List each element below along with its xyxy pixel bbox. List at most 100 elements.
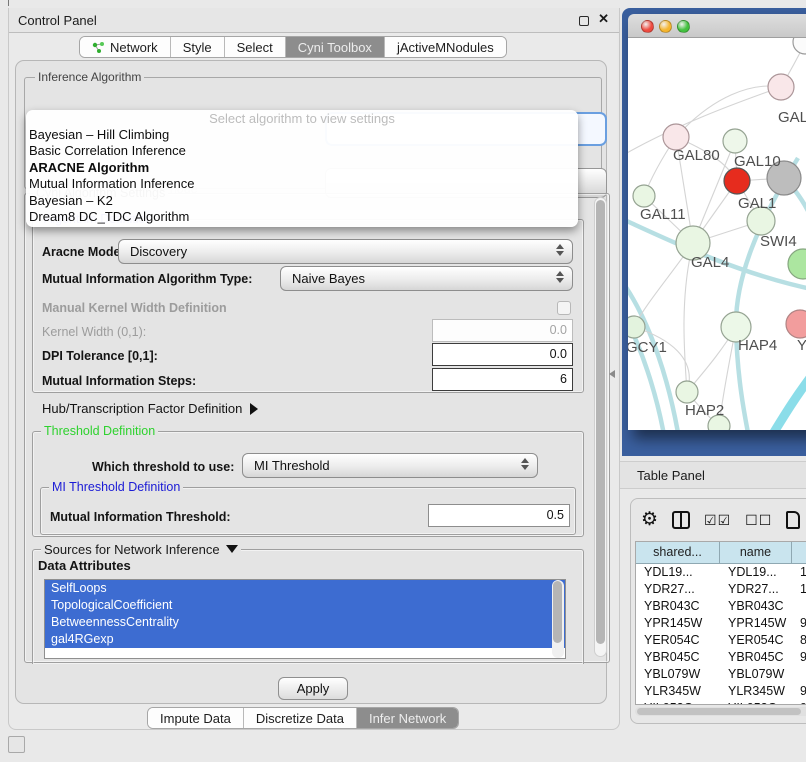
node-label: HAP2: [685, 402, 724, 419]
tab-label: Discretize Data: [256, 711, 344, 726]
tab-label: Select: [237, 40, 273, 55]
settings-scrollbar[interactable]: [594, 197, 607, 657]
network-node-gal11[interactable]: [633, 185, 655, 207]
mi-threshold-label: Mutual Information Threshold:: [50, 510, 231, 524]
algorithm-option[interactable]: Bayesian – K2: [26, 193, 578, 209]
table-row[interactable]: YIL052CYIL052C9.: [636, 700, 806, 705]
algorithm-option[interactable]: Bayesian – Hill Climbing: [26, 127, 578, 143]
table-row[interactable]: YLR345WYLR345W9.: [636, 683, 806, 700]
mi-algorithm-type-select[interactable]: Naive Bayes: [280, 266, 573, 291]
aracne-mode-select[interactable]: Discovery: [118, 239, 573, 264]
aracne-mode-label: Aracne Mode:: [42, 245, 125, 259]
node-label: GAL4: [691, 254, 729, 271]
network-node[interactable]: [793, 38, 806, 54]
node-table: shared...nameA YDL19...YDL19...13YDR27..…: [635, 541, 806, 705]
network-canvas[interactable]: GALGAL80GAL10GAL1GAL11GAL4SWI4GCY1HAP4YH…: [628, 38, 806, 430]
network-view-window: GALGAL80GAL10GAL1GAL11GAL4SWI4GCY1HAP4YH…: [628, 14, 806, 430]
node-label: GAL10: [734, 153, 781, 170]
close-traffic-light-icon[interactable]: [641, 20, 654, 33]
table-row[interactable]: YDR27...YDR27...12: [636, 581, 806, 598]
table-cell: 9.: [792, 683, 806, 700]
control-panel-window: Control Panel ✕ NetworkStyle Select Cyni T…: [8, 8, 620, 730]
data-attributes-list[interactable]: SelfLoopsTopologicalCoefficientBetweenne…: [44, 579, 566, 659]
table-toolbar: ⚙ ☑☑ ☐☐: [641, 507, 800, 533]
float-window-icon[interactable]: [579, 16, 589, 26]
algorithm-option[interactable]: Mutual Information Inference: [26, 176, 578, 192]
tab-label: Cyni Toolbox: [298, 40, 372, 55]
column-header-shared[interactable]: shared...: [636, 542, 720, 564]
table-row[interactable]: YER054CYER054C8.: [636, 632, 806, 649]
attributes-scrollbar[interactable]: [552, 580, 564, 658]
table-horizontal-scrollbar[interactable]: [635, 707, 806, 716]
apply-button[interactable]: Apply: [278, 677, 348, 700]
network-node-gal1[interactable]: [724, 168, 750, 194]
network-edge[interactable]: [676, 86, 781, 137]
network-window-titlebar: [628, 14, 806, 38]
deselect-all-icon[interactable]: ☐☐: [745, 512, 772, 529]
minimized-panel-box[interactable]: [8, 736, 25, 753]
which-threshold-select[interactable]: MI Threshold: [242, 453, 538, 478]
which-threshold-label: Which threshold to use:: [92, 460, 234, 474]
tab-label: jActiveMNodules: [397, 40, 494, 55]
tab-style[interactable]: Style: [170, 37, 224, 57]
algorithm-option[interactable]: ARACNE Algorithm: [26, 160, 578, 176]
table-row[interactable]: YBR043CYBR043C: [636, 598, 806, 615]
network-node-gal10[interactable]: [723, 129, 747, 153]
tab-jactivemnodules[interactable]: jActiveMNodules: [384, 37, 506, 57]
tab-label: Impute Data: [160, 711, 231, 726]
column-header-name[interactable]: name: [720, 542, 792, 564]
table-cell: 8.: [792, 632, 806, 649]
zoom-traffic-light-icon[interactable]: [677, 20, 690, 33]
minimize-traffic-light-icon[interactable]: [659, 20, 672, 33]
node-label: HAP4: [738, 337, 777, 354]
tab-network[interactable]: Network: [80, 37, 170, 57]
table-cell: YDR27...: [636, 581, 720, 598]
cyni-bottom-tabbar: Impute Data Discretize Data Infer Network: [147, 707, 459, 729]
table-row[interactable]: YBL079WYBL079W: [636, 666, 806, 683]
mi-threshold-field[interactable]: 0.5: [428, 504, 570, 527]
attribute-item[interactable]: SelfLoops: [45, 580, 565, 597]
network-node-swi4[interactable]: [788, 249, 806, 279]
tab-impute-data[interactable]: Impute Data: [148, 708, 243, 728]
dpi-tolerance-field[interactable]: 0.0: [432, 343, 573, 366]
table-row[interactable]: YDL19...YDL19...13: [636, 564, 806, 581]
node-label: GAL: [778, 109, 806, 126]
table-row[interactable]: YBR045CYBR045C9.: [636, 649, 806, 666]
close-icon[interactable]: ✕: [598, 11, 609, 27]
data-attributes-label: Data Attributes: [38, 558, 131, 573]
panel-title: Control Panel: [18, 13, 97, 28]
algorithm-option[interactable]: Basic Correlation Inference: [26, 143, 578, 159]
tab-select[interactable]: Select: [224, 37, 285, 57]
gear-icon[interactable]: ⚙: [641, 509, 658, 531]
tab-infer-network[interactable]: Infer Network: [356, 708, 458, 728]
dpi-tolerance-label: DPI Tolerance [0,1]:: [42, 349, 158, 363]
table-cell: YBR045C: [720, 649, 792, 666]
splitter-collapse-arrow[interactable]: [609, 370, 615, 378]
tab-discretize-data[interactable]: Discretize Data: [243, 708, 356, 728]
sources-title[interactable]: Sources for Network Inference: [41, 542, 241, 557]
table-cell: YER054C: [636, 632, 720, 649]
function-builder-icon[interactable]: [786, 511, 800, 529]
column-split-icon[interactable]: [672, 511, 690, 529]
table-row[interactable]: YPR145WYPR145W9.: [636, 615, 806, 632]
mi-steps-field[interactable]: 6: [432, 368, 573, 391]
algorithm-option[interactable]: Dream8 DC_TDC Algorithm: [26, 209, 578, 225]
network-edge[interactable]: [628, 216, 806, 290]
network-edge[interactable]: [756, 358, 806, 430]
column-header-A[interactable]: A: [792, 542, 806, 564]
stepper-arrows-icon: [556, 271, 564, 283]
network-node-gcy1[interactable]: [628, 316, 645, 338]
network-node-hap2[interactable]: [676, 381, 698, 403]
manual-kernel-width-checkbox[interactable]: [557, 301, 571, 315]
attribute-item[interactable]: BetweennessCentrality: [45, 614, 565, 631]
network-node-gal[interactable]: [768, 74, 794, 100]
network-node-y[interactable]: [786, 310, 806, 338]
hub-definition-expander[interactable]: Hub/Transcription Factor Definition: [42, 401, 258, 416]
attribute-item[interactable]: TopologicalCoefficient: [45, 597, 565, 614]
kernel-width-field[interactable]: 0.0: [432, 319, 573, 342]
node-label: GAL1: [738, 195, 776, 212]
attribute-item[interactable]: gal4RGexp: [45, 631, 565, 648]
node-label: GAL80: [673, 147, 720, 164]
select-all-icon[interactable]: ☑☑: [704, 512, 731, 529]
tab-cyni-toolbox[interactable]: Cyni Toolbox: [285, 37, 384, 57]
